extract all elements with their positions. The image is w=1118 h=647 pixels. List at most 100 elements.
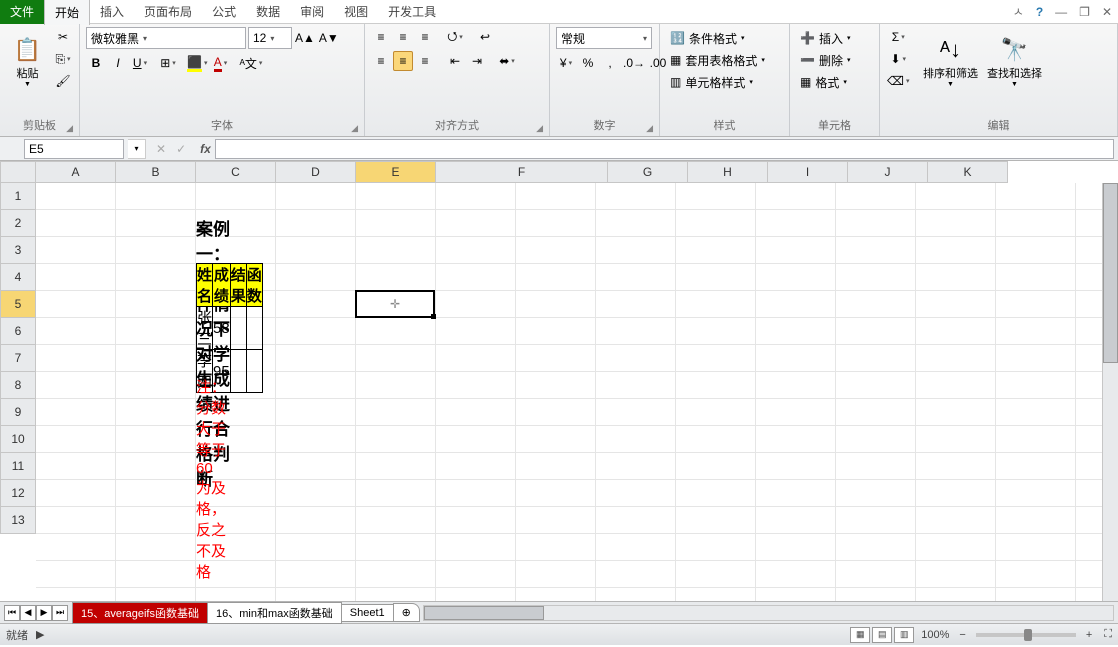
alignment-launcher-icon[interactable]: ◢ [536,123,543,134]
cell-score-0[interactable]: 58 [213,307,231,350]
align-right-button[interactable]: ≡ [415,51,435,71]
select-all-corner[interactable] [0,161,36,183]
currency-button[interactable]: ¥▾ [556,53,576,73]
fill-color-button[interactable]: ⬛▾ [186,53,208,73]
hscroll-thumb[interactable] [424,606,544,620]
tab-nav-last-icon[interactable]: ⏭ [52,605,68,621]
row-header-8[interactable]: 8 [0,372,36,399]
align-middle-button[interactable]: ≡ [393,27,413,47]
col-header-K[interactable]: K [928,161,1008,183]
cell-name-0[interactable]: 张三 [197,307,213,350]
increase-font-button[interactable]: A▲ [294,28,316,48]
normal-view-button[interactable]: ▦ [850,627,870,643]
decrease-indent-button[interactable]: ⇤ [445,51,465,71]
increase-decimal-button[interactable]: .0→ [622,53,646,73]
cell-styles-button[interactable]: ▥单元格样式▾ [666,71,757,93]
format-cells-button[interactable]: ▦格式▾ [796,71,851,93]
comma-button[interactable]: , [600,53,620,73]
col-header-E[interactable]: E [356,161,436,183]
col-header-J[interactable]: J [848,161,928,183]
underline-button[interactable]: U▾ [130,53,150,73]
window-minimize-icon[interactable]: — [1049,3,1073,21]
phonetic-button[interactable]: ᴬ文▾ [238,53,263,73]
zoom-thumb[interactable] [1024,629,1032,641]
formula-input[interactable] [215,139,1114,159]
font-launcher-icon[interactable]: ◢ [351,123,358,134]
cell-grid[interactable]: // drawn below via JS-free absolute divs… [36,183,1118,601]
tab-nav-next-icon[interactable]: ▶ [36,605,52,621]
sort-filter-button[interactable]: ᴬ↓ 排序和筛选 ▼ [920,27,980,97]
col-header-C[interactable]: C [196,161,276,183]
font-name-combo[interactable]: 微软雅黑▾ [86,27,246,49]
cell-result-1[interactable] [230,350,246,393]
paste-button[interactable]: 📋 粘贴 ▼ [6,27,49,97]
row-header-13[interactable]: 13 [0,507,36,534]
cell-result-0[interactable] [230,307,246,350]
tab-view[interactable]: 视图 [334,0,378,24]
tab-review[interactable]: 审阅 [290,0,334,24]
row-header-1[interactable]: 1 [0,183,36,210]
macro-record-icon[interactable]: ▶ [36,628,44,641]
fx-icon[interactable]: fx [196,142,215,156]
orientation-button[interactable]: ⭯▾ [445,27,465,47]
tab-formulas[interactable]: 公式 [202,0,246,24]
row-header-10[interactable]: 10 [0,426,36,453]
insert-cells-button[interactable]: ➕插入▾ [796,27,854,49]
file-menu[interactable]: 文件 [0,0,44,24]
window-close-icon[interactable]: ✕ [1096,3,1118,21]
format-painter-button[interactable]: 🖌 [53,71,73,91]
row-header-4[interactable]: 4 [0,264,36,291]
fullscreen-icon[interactable]: ⛶ [1104,628,1112,641]
clear-button[interactable]: ⌫▾ [886,71,910,91]
help-icon[interactable]: ? [1030,3,1049,21]
format-as-table-button[interactable]: ▦套用表格格式▾ [666,49,769,71]
align-top-button[interactable]: ≡ [371,27,391,47]
row-header-6[interactable]: 6 [0,318,36,345]
zoom-out-button[interactable]: − [955,629,969,641]
col-header-A[interactable]: A [36,161,116,183]
tab-nav-prev-icon[interactable]: ◀ [20,605,36,621]
row-header-7[interactable]: 7 [0,345,36,372]
font-color-button[interactable]: A▾ [210,53,230,73]
conditional-format-button[interactable]: 🔢条件格式▾ [666,27,748,49]
sheet-tab-0[interactable]: 15、averageifs函数基础 [72,602,208,624]
col-header-G[interactable]: G [608,161,688,183]
decrease-font-button[interactable]: A▼ [318,28,340,48]
page-break-view-button[interactable]: ▥ [894,627,914,643]
cancel-icon[interactable]: ✕ [152,142,170,156]
col-header-B[interactable]: B [116,161,196,183]
sheet-tab-2[interactable]: Sheet1 [341,604,394,622]
tab-page-layout[interactable]: 页面布局 [134,0,202,24]
italic-button[interactable]: I [108,53,128,73]
number-launcher-icon[interactable]: ◢ [646,123,653,134]
tab-developer[interactable]: 开发工具 [378,0,446,24]
name-box[interactable]: E5 [24,139,124,159]
font-size-combo[interactable]: 12▾ [248,27,292,49]
page-layout-view-button[interactable]: ▤ [872,627,892,643]
row-header-3[interactable]: 3 [0,237,36,264]
autosum-button[interactable]: Σ▾ [886,27,910,47]
align-left-button[interactable]: ≡ [371,51,391,71]
align-center-button[interactable]: ≡ [393,51,413,71]
row-header-5[interactable]: 5 [0,291,36,318]
cell-func-1[interactable] [246,350,262,393]
bold-button[interactable]: B [86,53,106,73]
row-header-2[interactable]: 2 [0,210,36,237]
col-header-F[interactable]: F [436,161,608,183]
merge-center-button[interactable]: ⬌▾ [497,51,517,71]
col-header-H[interactable]: H [688,161,768,183]
copy-button[interactable]: ⎘▾ [53,49,73,69]
tab-nav-first-icon[interactable]: ⏮ [4,605,20,621]
find-select-button[interactable]: 🔭 查找和选择 ▼ [984,27,1044,97]
new-sheet-button[interactable]: ⊕ [393,603,420,622]
zoom-slider[interactable] [976,633,1076,637]
percent-button[interactable]: % [578,53,598,73]
cut-button[interactable]: ✂ [53,27,73,47]
increase-indent-button[interactable]: ⇥ [467,51,487,71]
vscroll-thumb[interactable] [1103,183,1118,363]
vertical-scrollbar[interactable] [1102,183,1118,601]
row-header-12[interactable]: 12 [0,480,36,507]
minimize-ribbon-icon[interactable]: ㅅ [1007,1,1030,22]
tab-data[interactable]: 数据 [246,0,290,24]
wrap-text-button[interactable]: ↩ [475,27,495,47]
